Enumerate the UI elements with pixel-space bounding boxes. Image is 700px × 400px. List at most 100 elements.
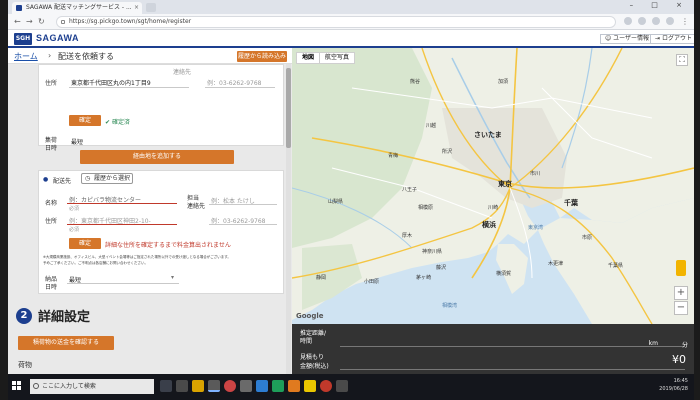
powerpoint-icon[interactable]	[288, 380, 300, 392]
cargo-check-button[interactable]: 積荷物の送金を確認する	[18, 336, 114, 350]
map-label-kazo: 加須	[498, 79, 509, 85]
price-divider	[340, 369, 685, 370]
window-controls[interactable]: – □ ×	[630, 1, 690, 9]
brand-name: SAGAWA	[36, 33, 80, 43]
app-icon-gray[interactable]	[240, 380, 252, 392]
pickup-tel-underline	[205, 87, 275, 88]
clock-date: 2019/06/28	[659, 386, 688, 392]
breadcrumb: ホーム › 配送を依頼する 履歴から読み込み	[8, 48, 292, 64]
clock-time: 16:45	[673, 378, 688, 384]
pickup-contact-label: 連絡先	[173, 69, 192, 76]
app-icon-red[interactable]	[224, 380, 236, 392]
file-explorer-icon[interactable]	[192, 380, 204, 392]
app-icon-dark[interactable]	[336, 380, 348, 392]
pickup-address-underline	[69, 87, 189, 88]
edge-icon[interactable]	[176, 380, 188, 392]
task-view-icon[interactable]	[160, 380, 172, 392]
reload-icon[interactable]: ↻	[38, 17, 45, 26]
delivery-card: ● 配送先 ◷ 履歴から選択 名称 例：カピバラ物流センター 必須 担当 連絡先…	[38, 170, 284, 294]
history-select-button[interactable]: ◷ 履歴から選択	[81, 173, 133, 184]
new-tab-button[interactable]	[146, 3, 156, 12]
load-history-button[interactable]: 履歴から読み込み	[237, 51, 287, 62]
sgh-logo[interactable]: SGH	[14, 33, 32, 45]
street-view-pegman-icon[interactable]	[676, 260, 686, 276]
zoom-in-button[interactable]: +	[674, 286, 688, 300]
fullscreen-icon[interactable]: ⛶	[676, 54, 688, 66]
windows-taskbar: ここに入力して検索 16:45 2019/06/28	[8, 374, 694, 400]
add-waypoint-button[interactable]: 経由地を追加する	[80, 150, 234, 164]
taskbar-search-input[interactable]: ここに入力して検索	[30, 379, 154, 394]
profile-icon[interactable]	[666, 17, 674, 25]
delivery-datetime-underline	[67, 283, 179, 284]
form-scrollbar[interactable]	[286, 64, 291, 374]
map-label-odawara: 小田原	[364, 279, 380, 285]
map-label-saitama: さいたま	[474, 131, 502, 139]
taskbar-search-placeholder: ここに入力して検索	[42, 383, 96, 390]
breadcrumb-separator: ›	[48, 51, 52, 60]
distance-unit: km	[648, 340, 658, 347]
windows-start-icon[interactable]	[12, 381, 22, 391]
map-label-tokyo-bay: 東京湾	[528, 225, 544, 231]
history-clock-icon: ◷	[85, 175, 91, 182]
word-icon[interactable]	[256, 380, 268, 392]
delivery-name-label: 名称	[45, 200, 58, 207]
menu-icon[interactable]: ⋮	[681, 17, 689, 26]
map-label-kawasaki: 川崎	[488, 205, 499, 211]
pickup-address-value[interactable]: 東京都千代田区丸の内1丁目9	[71, 78, 151, 87]
breadcrumb-home-link[interactable]: ホーム	[14, 51, 38, 62]
url-input[interactable]: https://sg.pickgo.town/sgt/home/register	[56, 16, 616, 28]
browser-tab[interactable]: SAGAWA 配送マッチングサービス - ... ×	[12, 2, 142, 14]
pickup-confirm-button[interactable]: 確定	[69, 115, 101, 126]
zoom-out-button[interactable]: −	[674, 301, 688, 315]
user-icon: ☺	[605, 35, 614, 42]
map-label-tokorozawa: 所沢	[442, 149, 453, 155]
extension-icon[interactable]	[638, 17, 646, 25]
close-tab-icon[interactable]: ×	[134, 2, 139, 14]
pickup-datetime-select[interactable]: 最短	[71, 137, 83, 146]
pickup-confirmed-text: 確定済	[111, 119, 130, 126]
forward-icon[interactable]: →	[26, 17, 33, 26]
logout-button[interactable]: ⇥ ログアウト	[650, 34, 694, 44]
map-label-ichihara: 市原	[582, 235, 593, 241]
cargo-label: 荷物	[18, 361, 32, 369]
system-tray-clock[interactable]: 16:45 2019/06/28	[659, 377, 688, 393]
map-label-yokohama: 横浜	[482, 221, 496, 229]
dropdown-chevron-icon[interactable]: ▾	[171, 274, 174, 281]
delivery-notice-line-2: 予めご了承ください。ご不明点は各店舗にお問い合わせください。	[43, 261, 148, 265]
excel-icon[interactable]	[272, 380, 284, 392]
lock-icon	[61, 20, 65, 24]
quote-panel: 推定距離/ 時間 km 分 見積もり 金額(税込) ¥0	[292, 324, 694, 374]
map-label-chiba: 千葉	[564, 199, 578, 207]
pickup-address-label: 住所	[45, 80, 58, 87]
map-pin-icon: ●	[43, 176, 49, 183]
route-map[interactable]: 地図 航空写真 ⛶ さいたま 東京 横浜 千葉 川崎 相模原 八王子 山梨県 神奈…	[292, 48, 694, 324]
tab-satellite[interactable]: 航空写真	[319, 53, 354, 63]
map-type-tabs: 地図 航空写真	[296, 52, 356, 64]
user-info-button[interactable]: ☺ ユーザー情報	[600, 34, 655, 44]
map-label-tokyo: 東京	[498, 180, 512, 188]
pickup-tel-field[interactable]: 例：03-6262-9768	[207, 78, 262, 87]
map-canvas[interactable]	[292, 48, 694, 324]
logout-label: ログアウト	[661, 35, 692, 42]
favicon-icon	[16, 5, 22, 11]
back-icon[interactable]: ←	[14, 17, 21, 26]
delivery-name-required: 必須	[69, 206, 80, 212]
pickup-confirmed-status: ✔ 確定済	[105, 117, 130, 126]
price-label-2: 金額(税込)	[300, 363, 329, 370]
form-scrollbar-thumb[interactable]	[286, 68, 291, 148]
chrome-icon[interactable]	[208, 380, 220, 392]
step-number-badge: 2	[16, 308, 32, 324]
browser-tab-bar: SAGAWA 配送マッチングサービス - ... × – □ ×	[8, 0, 694, 14]
map-label-kawagoe: 川越	[426, 123, 437, 129]
check-icon: ✔	[105, 119, 112, 126]
delivery-confirm-button[interactable]: 確定	[69, 238, 101, 249]
sticky-notes-icon[interactable]	[304, 380, 316, 392]
tab-map[interactable]: 地図	[297, 53, 319, 63]
bookmark-star-icon[interactable]	[624, 17, 632, 25]
map-label-yamanashi: 山梨県	[328, 199, 344, 205]
extension-icon[interactable]	[652, 17, 660, 25]
map-label-chigasaki: 茅ヶ崎	[416, 275, 432, 281]
distance-divider	[340, 346, 685, 347]
browser-tab-title: SAGAWA 配送マッチングサービス - ...	[26, 4, 132, 11]
app-icon-red-2[interactable]	[320, 380, 332, 392]
